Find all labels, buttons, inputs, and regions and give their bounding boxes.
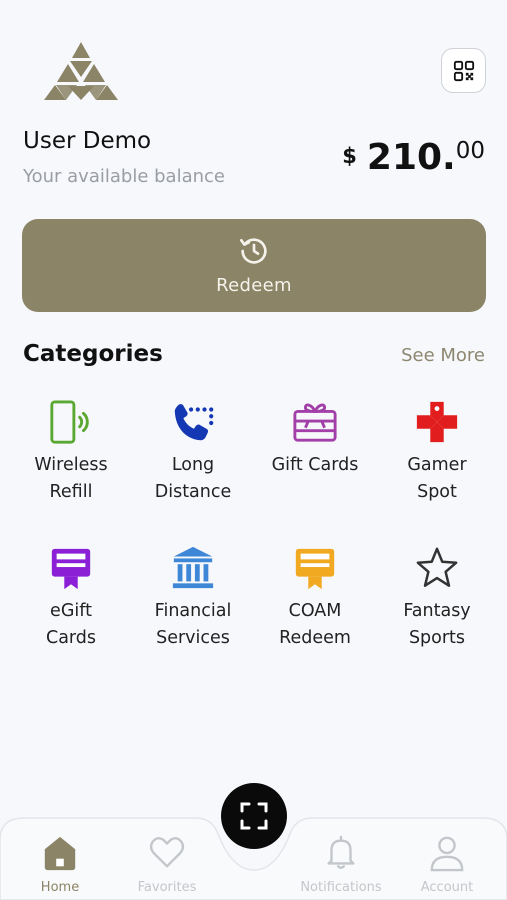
nav-label: Favorites — [137, 880, 197, 895]
qr-code-icon — [453, 60, 474, 81]
category-gift-cards[interactable]: Gift Cards — [254, 398, 376, 506]
coam-card-icon — [291, 544, 339, 592]
category-label: eGift Cards — [45, 601, 97, 648]
see-more-link[interactable]: See More — [401, 345, 485, 366]
brand-logo — [44, 42, 118, 100]
balance-currency: $ — [342, 144, 357, 168]
balance-amount: $ 210. 00 — [342, 136, 485, 180]
phone-dial-icon — [169, 398, 217, 446]
nav-label: Account — [420, 880, 474, 895]
nav-label: Home — [40, 880, 80, 895]
category-fantasy-sports[interactable]: Fantasy Sports — [376, 544, 498, 652]
redeem-label: Redeem — [216, 275, 292, 296]
gamepad-icon — [413, 398, 461, 446]
category-label: Fantasy Sports — [403, 601, 471, 648]
scan-button[interactable] — [221, 783, 287, 849]
scan-icon — [240, 802, 268, 830]
category-long-distance[interactable]: Long Distance — [132, 398, 254, 506]
category-egift-cards[interactable]: eGift Cards — [10, 544, 132, 652]
balance-decimal: 00 — [455, 138, 485, 164]
bank-icon — [169, 544, 217, 592]
nav-account[interactable]: Account — [402, 834, 492, 895]
nav-home[interactable]: Home — [15, 834, 105, 895]
category-label: Gift Cards — [271, 455, 359, 475]
phone-wireless-icon — [47, 398, 95, 446]
balance-label: Your available balance — [23, 166, 225, 187]
star-icon — [413, 544, 461, 592]
bell-icon — [327, 835, 355, 869]
category-label: Long Distance — [154, 455, 232, 502]
category-wireless-refill[interactable]: Wireless Refill — [10, 398, 132, 506]
category-label: COAM Redeem — [279, 601, 351, 648]
gift-card-icon — [291, 398, 339, 446]
nav-notifications[interactable]: Notifications — [296, 834, 386, 895]
home-icon — [44, 836, 76, 871]
category-label: Financial Services — [154, 601, 232, 648]
categories-title: Categories — [23, 341, 163, 367]
nav-favorites[interactable]: Favorites — [122, 834, 212, 895]
category-label: Wireless Refill — [34, 455, 108, 502]
user-name: User Demo — [23, 128, 152, 154]
user-icon — [430, 836, 464, 872]
redeem-button[interactable]: Redeem — [22, 219, 486, 312]
history-icon — [240, 238, 267, 264]
balance-integer: 210. — [366, 137, 456, 178]
egift-card-icon — [47, 544, 95, 592]
category-gamer-spot[interactable]: Gamer Spot — [376, 398, 498, 506]
category-label: Gamer Spot — [407, 455, 467, 502]
category-coam-redeem[interactable]: COAM Redeem — [254, 544, 376, 652]
categories-grid: Wireless Refill Long Distance Gift Cards… — [10, 398, 498, 652]
category-financial-services[interactable]: Financial Services — [132, 544, 254, 652]
qr-code-button[interactable] — [441, 48, 486, 93]
nav-label: Notifications — [300, 880, 382, 895]
heart-icon — [149, 837, 185, 868]
